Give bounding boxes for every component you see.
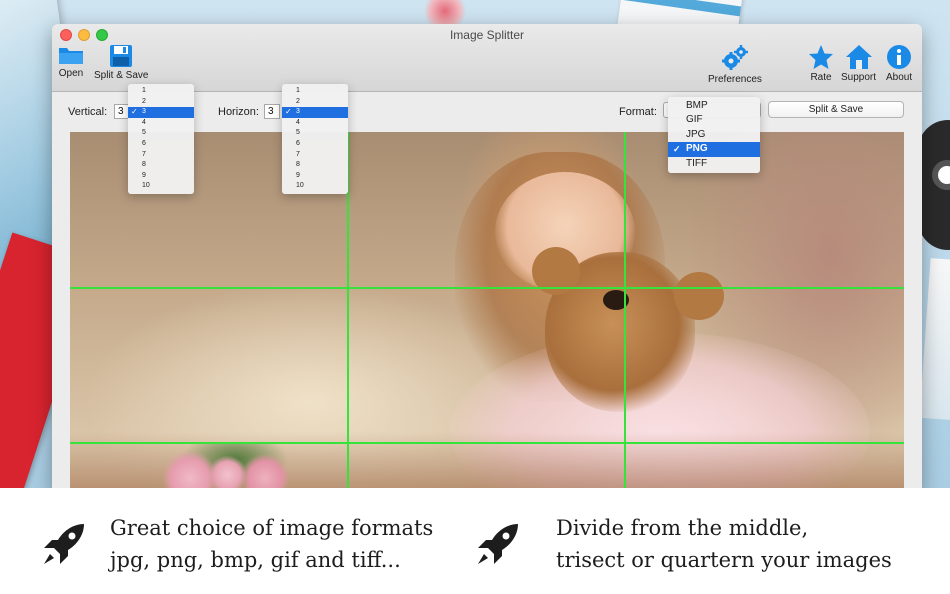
horizon-menu-option-label: 8 <box>296 161 300 169</box>
vertical-menu-option[interactable]: 2 <box>128 97 194 108</box>
format-menu-option-label: TIFF <box>686 157 708 169</box>
folder-icon <box>59 48 83 64</box>
vertical-menu-option-label: 10 <box>142 182 150 190</box>
checkmark-icon: ✓ <box>673 144 681 155</box>
vertical-menu-option-label: 5 <box>142 129 146 137</box>
vertical-menu-option-label: 9 <box>142 171 146 179</box>
open-button[interactable]: Open <box>58 44 84 79</box>
home-icon <box>845 45 872 69</box>
vertical-label: Vertical: <box>68 106 108 118</box>
horizon-menu-option[interactable]: 10 <box>282 181 348 192</box>
format-menu-option[interactable]: JPG <box>668 128 760 142</box>
format-menu-option[interactable]: TIFF <box>668 157 760 171</box>
horizon-menu-option[interactable]: ✓ 3 <box>282 107 348 118</box>
horizon-label: Horizon: <box>218 106 259 118</box>
info-icon <box>887 45 912 69</box>
preferences-button[interactable]: Preferences <box>708 44 762 85</box>
vertical-menu-option-label: 2 <box>142 97 146 105</box>
vertical-menu-option[interactable]: 7 <box>128 150 194 161</box>
vertical-menu-option-label: 8 <box>142 161 146 169</box>
vertical-menu-option-label: 3 <box>142 108 146 116</box>
vertical-menu-option-label: 1 <box>142 87 146 94</box>
horizon-menu-option-label: 3 <box>296 108 300 116</box>
roses <box>160 442 310 494</box>
feature-formats: Great choice of image formats jpg, png, … <box>40 512 433 576</box>
format-menu-option-label: BMP <box>686 100 708 111</box>
rocket-icon <box>478 524 518 564</box>
feature2-line1: Divide from the middle, <box>556 516 809 540</box>
horizon-select[interactable]: 3 <box>264 104 280 119</box>
horizon-menu-option[interactable]: 7 <box>282 150 348 161</box>
grid-line-vertical-2 <box>624 132 626 494</box>
horizon-menu-option[interactable]: 6 <box>282 139 348 150</box>
feature-divide: Divide from the middle, trisect or quart… <box>474 512 892 576</box>
vertical-menu-option[interactable]: 9 <box>128 171 194 182</box>
vertical-dropdown-menu: 1 2 ✓ 3 4 5 6 7 8 9 10 <box>128 84 194 194</box>
vertical-menu-option-label: 7 <box>142 150 146 158</box>
flower-decoration <box>420 0 470 26</box>
camera-decoration <box>918 120 950 250</box>
horizon-menu-option[interactable]: 1 <box>282 86 348 97</box>
checkmark-icon: ✓ <box>131 107 138 117</box>
horizon-menu-option-label: 4 <box>296 118 300 126</box>
format-label: Format: <box>619 106 657 118</box>
vertical-menu-option-label: 6 <box>142 139 146 147</box>
support-button[interactable]: Support <box>841 44 876 83</box>
horizon-menu-option-label: 7 <box>296 150 300 158</box>
split-save-toolbar-button[interactable]: Split & Save <box>94 44 148 81</box>
feature2-line2: trisect or quartern your images <box>556 548 892 572</box>
horizon-menu-option[interactable]: 2 <box>282 97 348 108</box>
format-menu-option[interactable]: ✓ PNG <box>668 142 760 157</box>
vertical-menu-option[interactable]: ✓ 3 <box>128 107 194 118</box>
floppy-disk-icon <box>110 45 133 67</box>
format-menu-option-label: GIF <box>686 114 703 126</box>
rocket-icon <box>44 524 84 564</box>
promo-banner: Great choice of image formats jpg, png, … <box>0 488 950 594</box>
gears-icon <box>721 45 748 70</box>
format-menu-option-label: JPG <box>686 128 706 140</box>
horizon-menu-option-label: 10 <box>296 182 304 190</box>
image-preview <box>70 132 904 494</box>
format-dropdown-menu: BMP GIF JPG ✓ PNG TIFF <box>668 97 760 173</box>
feature1-line1: Great choice of image formats <box>110 516 434 540</box>
vertical-menu-option-label: 4 <box>142 118 146 126</box>
vertical-menu-option[interactable]: 5 <box>128 128 194 139</box>
split-save-button[interactable]: Split & Save <box>768 101 904 118</box>
format-menu-option[interactable]: BMP <box>668 99 760 113</box>
horizon-menu-option[interactable]: 5 <box>282 128 348 139</box>
titlebar: Image Splitter Open Split & Save Prefere… <box>52 24 922 92</box>
feature1-line2: jpg, png, bmp, gif and tiff... <box>110 548 401 572</box>
horizon-dropdown-menu: 1 2 ✓ 3 4 5 6 7 8 9 10 <box>282 84 348 194</box>
horizon-menu-option[interactable]: 9 <box>282 171 348 182</box>
about-button[interactable]: About <box>886 44 912 83</box>
horizon-menu-option[interactable]: 4 <box>282 118 348 129</box>
horizon-menu-option[interactable]: 8 <box>282 160 348 171</box>
vertical-menu-option[interactable]: 8 <box>128 160 194 171</box>
format-menu-option-label: PNG <box>686 143 708 155</box>
grid-line-horizontal-1 <box>70 287 904 289</box>
vertical-menu-option[interactable]: 1 <box>128 86 194 97</box>
rate-button[interactable]: Rate <box>808 44 834 83</box>
horizon-menu-option-label: 1 <box>296 87 300 94</box>
grid-line-horizontal-2 <box>70 442 904 444</box>
horizon-menu-option-label: 5 <box>296 129 300 137</box>
horizon-menu-option-label: 6 <box>296 139 300 147</box>
magazine-right <box>919 258 950 422</box>
vertical-menu-option[interactable]: 6 <box>128 139 194 150</box>
vertical-menu-option[interactable]: 10 <box>128 181 194 192</box>
horizon-menu-option-label: 2 <box>296 97 300 105</box>
format-menu-option[interactable]: GIF <box>668 113 760 127</box>
star-icon <box>809 45 833 69</box>
checkmark-icon: ✓ <box>285 107 292 117</box>
horizon-menu-option-label: 9 <box>296 171 300 179</box>
vertical-menu-option[interactable]: 4 <box>128 118 194 129</box>
window-title: Image Splitter <box>449 28 525 42</box>
